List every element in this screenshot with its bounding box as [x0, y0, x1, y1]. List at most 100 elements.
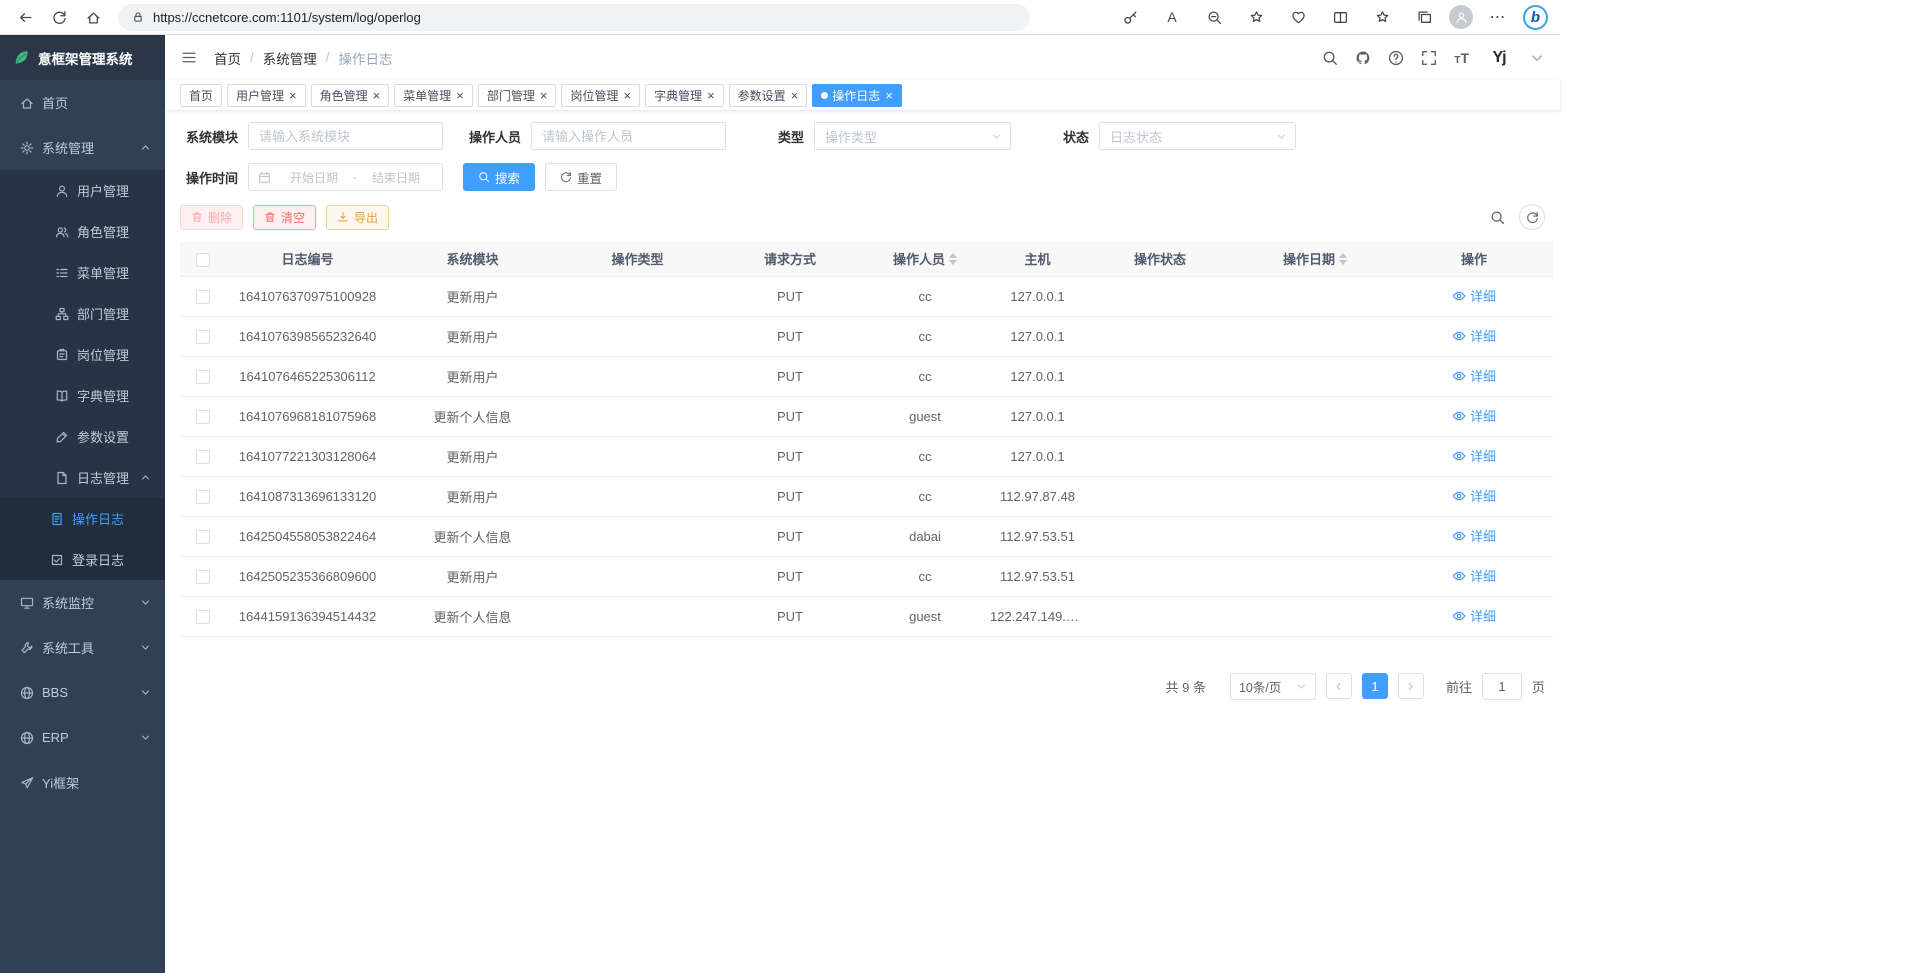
read-aloud-icon[interactable]: A — [1155, 3, 1189, 32]
tab-close-icon[interactable]: × — [289, 89, 297, 102]
sidebar-item-erp[interactable]: ERP — [0, 715, 165, 760]
tab-close-icon[interactable]: × — [885, 89, 893, 102]
detail-link[interactable]: 详细 — [1452, 526, 1496, 545]
collections-icon[interactable] — [1407, 3, 1441, 32]
tab-home[interactable]: 首页 — [180, 84, 222, 107]
sidebar-item-dept-management[interactable]: 部门管理 — [0, 293, 165, 334]
breadcrumb-item[interactable]: 系统管理 — [263, 48, 317, 68]
row-checkbox[interactable] — [196, 570, 210, 584]
tab-dict-management[interactable]: 字典管理× — [645, 84, 724, 107]
github-icon[interactable] — [1355, 50, 1371, 66]
next-page-button[interactable] — [1398, 673, 1424, 699]
prev-page-button[interactable] — [1326, 673, 1352, 699]
column-header[interactable]: 操作人员 — [860, 242, 990, 276]
back-icon[interactable] — [8, 3, 42, 32]
detail-link[interactable]: 详细 — [1452, 606, 1496, 625]
tab-close-icon[interactable]: × — [373, 89, 381, 102]
table-row: 1641076968181075968更新个人信息PUTguest127.0.0… — [180, 396, 1553, 436]
tab-menu-management[interactable]: 菜单管理× — [394, 84, 473, 107]
refresh-table-icon[interactable] — [1519, 204, 1545, 230]
page-1-button[interactable]: 1 — [1362, 673, 1388, 699]
search-icon[interactable] — [1322, 50, 1338, 66]
sidebar-item-system-monitor[interactable]: 系统监控 — [0, 580, 165, 625]
sidebar-item-dict-management[interactable]: 字典管理 — [0, 375, 165, 416]
tab-close-icon[interactable]: × — [707, 89, 715, 102]
browser-home-icon[interactable] — [76, 3, 110, 32]
row-checkbox[interactable] — [196, 490, 210, 504]
sidebar-item-yi-framework[interactable]: Yi框架 — [0, 760, 165, 805]
hamburger-icon[interactable] — [180, 50, 198, 65]
tab-close-icon[interactable]: × — [456, 89, 464, 102]
select-all-checkbox[interactable] — [196, 253, 210, 267]
tab-post-management[interactable]: 岗位管理× — [561, 84, 640, 107]
split-screen-icon[interactable] — [1323, 3, 1357, 32]
help-icon[interactable] — [1388, 50, 1404, 66]
goto-page-input[interactable] — [1482, 673, 1522, 700]
more-menu-icon[interactable]: ⋯ — [1481, 3, 1515, 32]
detail-link[interactable]: 详细 — [1452, 286, 1496, 305]
key-icon[interactable] — [1113, 3, 1147, 32]
tab-dept-management[interactable]: 部门管理× — [478, 84, 557, 107]
detail-link[interactable]: 详细 — [1452, 366, 1496, 385]
tab-close-icon[interactable]: × — [623, 89, 631, 102]
sidebar-item-role-management[interactable]: 角色管理 — [0, 211, 165, 252]
reset-button[interactable]: 重置 — [545, 163, 617, 191]
detail-link[interactable]: 详细 — [1452, 406, 1496, 425]
clear-button[interactable]: 清空 — [253, 205, 316, 230]
font-size-icon[interactable]: TT — [1454, 50, 1469, 66]
user-logo[interactable]: Yj — [1486, 45, 1512, 71]
browser-essentials-icon[interactable] — [1281, 3, 1315, 32]
delete-button[interactable]: 删除 — [180, 205, 243, 230]
sort-icon[interactable] — [949, 253, 957, 265]
detail-link[interactable]: 详细 — [1452, 486, 1496, 505]
date-range-picker[interactable]: 开始日期 - 结束日期 — [248, 163, 443, 191]
tab-operation-log[interactable]: 操作日志× — [812, 84, 902, 107]
add-favorite-icon[interactable] — [1239, 3, 1273, 32]
sidebar-item-system-management[interactable]: 系统管理 — [0, 125, 165, 170]
refresh-page-icon[interactable] — [42, 3, 76, 32]
row-checkbox[interactable] — [196, 330, 210, 344]
sidebar-item-user-management[interactable]: 用户管理 — [0, 170, 165, 211]
tab-user-management[interactable]: 用户管理× — [227, 84, 306, 107]
profile-avatar[interactable] — [1449, 5, 1473, 29]
export-button[interactable]: 导出 — [326, 205, 389, 230]
type-select[interactable]: 操作类型 — [814, 122, 1011, 150]
sidebar-item-system-tools[interactable]: 系统工具 — [0, 625, 165, 670]
zoom-out-icon[interactable] — [1197, 3, 1231, 32]
tab-close-icon[interactable]: × — [540, 89, 548, 102]
tab-role-management[interactable]: 角色管理× — [311, 84, 390, 107]
sidebar-item-bbs[interactable]: BBS — [0, 670, 165, 715]
show-search-icon[interactable] — [1490, 210, 1505, 225]
sidebar-item-operation-log[interactable]: 操作日志 — [0, 498, 165, 539]
chevron-down-icon[interactable] — [1529, 50, 1545, 66]
sidebar-item-menu-management[interactable]: 菜单管理 — [0, 252, 165, 293]
row-checkbox[interactable] — [196, 410, 210, 424]
tab-close-icon[interactable]: × — [791, 89, 799, 102]
row-checkbox[interactable] — [196, 290, 210, 304]
status-select[interactable]: 日志状态 — [1099, 122, 1296, 150]
detail-link[interactable]: 详细 — [1452, 446, 1496, 465]
breadcrumb-item[interactable]: 首页 — [214, 48, 241, 68]
module-input[interactable] — [248, 122, 443, 150]
sidebar-item-log-management[interactable]: 日志管理 — [0, 457, 165, 498]
sidebar-item-post-management[interactable]: 岗位管理 — [0, 334, 165, 375]
column-header[interactable]: 操作日期 — [1235, 242, 1395, 276]
detail-link[interactable]: 详细 — [1452, 566, 1496, 585]
search-button[interactable]: 搜索 — [463, 163, 535, 191]
fullscreen-icon[interactable] — [1421, 50, 1437, 66]
sidebar-item-login-log[interactable]: 登录日志 — [0, 539, 165, 580]
page-size-select[interactable]: 10条/页 — [1230, 673, 1316, 700]
favorites-icon[interactable] — [1365, 3, 1399, 32]
row-checkbox[interactable] — [196, 370, 210, 384]
sidebar-item-param-settings[interactable]: 参数设置 — [0, 416, 165, 457]
row-checkbox[interactable] — [196, 450, 210, 464]
sort-icon[interactable] — [1339, 253, 1347, 265]
address-bar[interactable]: https://ccnetcore.com:1101/system/log/op… — [118, 4, 1030, 31]
row-checkbox[interactable] — [196, 610, 210, 624]
row-checkbox[interactable] — [196, 530, 210, 544]
tab-param-settings[interactable]: 参数设置× — [729, 84, 808, 107]
detail-link[interactable]: 详细 — [1452, 326, 1496, 345]
operator-input[interactable] — [531, 122, 726, 150]
copilot-icon[interactable]: b — [1523, 5, 1548, 30]
sidebar-item-home[interactable]: 首页 — [0, 80, 165, 125]
